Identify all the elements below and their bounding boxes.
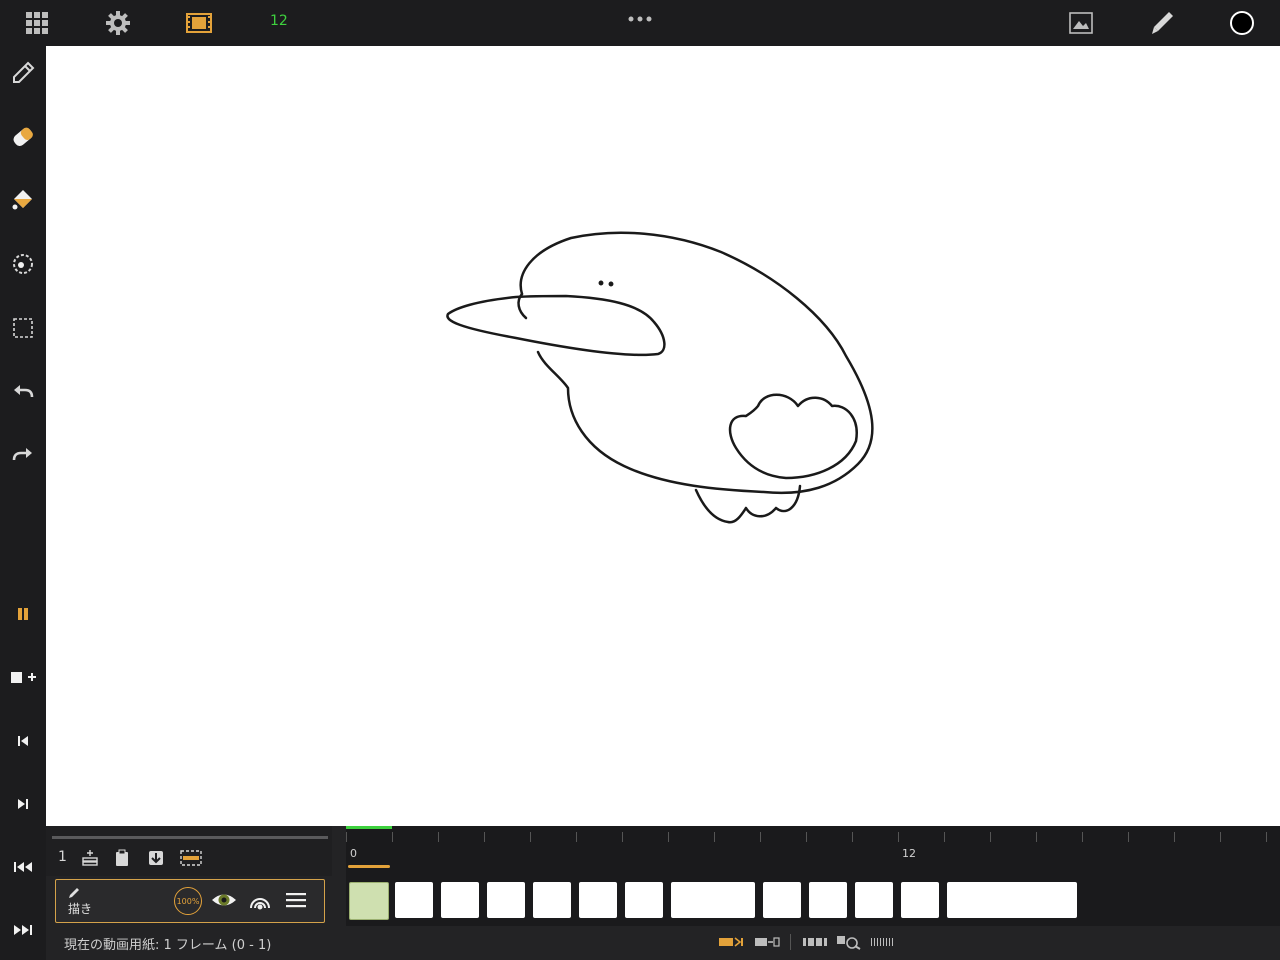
next-frame-icon[interactable]: [6, 787, 40, 821]
frame-cell[interactable]: [487, 882, 525, 918]
more-icon[interactable]: [623, 2, 657, 36]
ruler-label-0: 0: [350, 847, 357, 860]
image-icon[interactable]: [1064, 6, 1098, 40]
frame-cell[interactable]: [579, 882, 617, 918]
drawing-canvas[interactable]: [46, 46, 1280, 830]
frame-cell[interactable]: [855, 882, 893, 918]
current-frame-indicator: [348, 865, 390, 868]
brush-icon[interactable]: [1145, 6, 1179, 40]
layer-scroll[interactable]: [52, 836, 328, 839]
layer-row[interactable]: 描き 100%: [55, 879, 325, 923]
gear-icon[interactable]: [101, 6, 135, 40]
playhead-marker[interactable]: [346, 826, 392, 829]
ruler-label-12: 12: [902, 847, 916, 860]
penguin-sketch: [446, 231, 874, 524]
redo-icon[interactable]: [6, 437, 40, 471]
film-icon[interactable]: [182, 6, 216, 40]
frame-cell[interactable]: [625, 882, 663, 918]
status-text: 現在の動画用紙: 1 フレーム (0 - 1): [64, 938, 272, 953]
layer-count: 1: [58, 849, 67, 865]
layer-toolbar: 1: [46, 826, 332, 876]
opacity-dial[interactable]: 100%: [174, 887, 202, 915]
layer-menu-icon[interactable]: [285, 890, 307, 914]
fill-icon[interactable]: [6, 183, 40, 217]
paste-icon[interactable]: [110, 846, 134, 870]
frame-cell[interactable]: [809, 882, 847, 918]
pencil-icon[interactable]: [6, 56, 40, 90]
loop-icon[interactable]: [718, 934, 744, 950]
layer-name: 描き: [68, 902, 93, 916]
first-frame-icon[interactable]: [6, 850, 40, 884]
frame-cell-hold[interactable]: [671, 882, 755, 918]
ping-pong-icon[interactable]: [754, 934, 780, 950]
lasso-icon[interactable]: [6, 247, 40, 281]
frame-cell[interactable]: [901, 882, 939, 918]
frame-view-icon[interactable]: [802, 934, 828, 950]
frame-cell[interactable]: [395, 882, 433, 918]
timeline[interactable]: 0 12: [346, 826, 1280, 926]
top-toolbar: 12: [0, 0, 1280, 47]
add-frame-icon[interactable]: [6, 660, 40, 694]
frame-cell[interactable]: [763, 882, 801, 918]
visibility-icon[interactable]: [211, 889, 237, 915]
fps-label[interactable]: 12: [270, 13, 288, 29]
undo-icon[interactable]: [6, 374, 40, 408]
frame-cell-hold[interactable]: [947, 882, 1077, 918]
frame-cell[interactable]: [441, 882, 479, 918]
frame-cell[interactable]: [533, 882, 571, 918]
selection-icon[interactable]: [6, 311, 40, 345]
grid-icon[interactable]: [20, 6, 54, 40]
last-frame-icon[interactable]: [6, 913, 40, 947]
add-layer-icon[interactable]: [78, 846, 102, 870]
timeline-ruler[interactable]: 0 12: [346, 826, 1280, 874]
color-icon[interactable]: [1225, 6, 1259, 40]
merge-down-icon[interactable]: [144, 846, 168, 870]
timeline-scale-icon[interactable]: [870, 934, 896, 950]
eraser-icon[interactable]: [6, 120, 40, 154]
pause-icon[interactable]: [6, 597, 40, 631]
frame-cell-0[interactable]: [349, 882, 389, 920]
layer-selection-icon[interactable]: [179, 846, 203, 870]
prev-frame-icon[interactable]: [6, 724, 40, 758]
zoom-timeline-icon[interactable]: [836, 934, 862, 950]
onion-skin-icon[interactable]: [247, 888, 273, 916]
tool-sidebar: [0, 46, 47, 960]
bottom-panel: 1 描き 100% 0 12 現在の動画用紙: 1 フレーム (0 - 1): [46, 826, 1280, 960]
